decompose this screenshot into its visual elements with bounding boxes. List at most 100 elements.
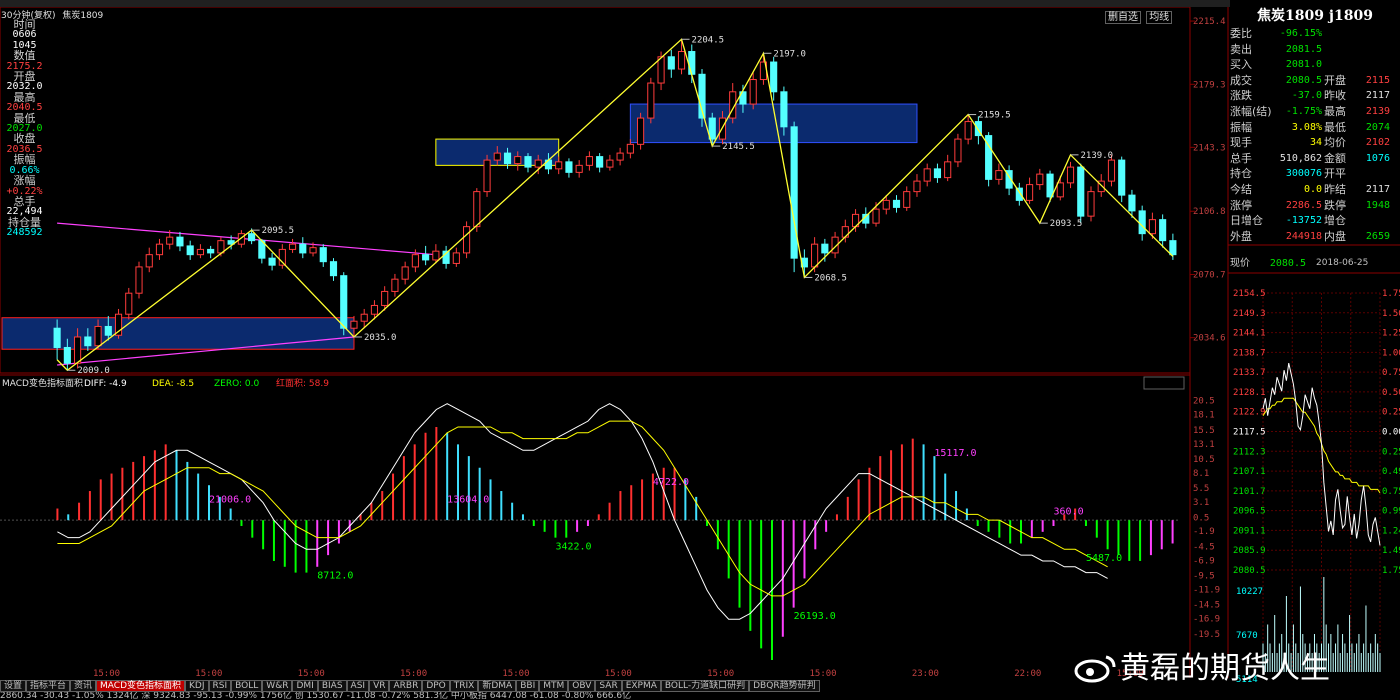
quote-value: 1076 <box>1365 152 1390 164</box>
candle-body <box>125 292 133 315</box>
timesharing-pane: 2154.5 1.75 2149.3 1.50 2144.1 1.25 2138.7 1.00… <box>1228 244 1400 685</box>
macd-y-tick-label: 5.5 <box>1193 484 1209 494</box>
macd-y-tick-label: 3.1 <box>1193 498 1209 508</box>
quote-label: 涨停 <box>1230 198 1252 212</box>
indicator-tab[interactable]: MTM <box>539 680 569 692</box>
quote-row: 振幅 3.08% 最低 2074 <box>1230 120 1400 136</box>
indicator-tab[interactable]: DPO <box>422 680 450 692</box>
indicator-tab[interactable]: VR <box>369 680 390 692</box>
quote-label: 现手 <box>1230 136 1252 150</box>
ts-y-tick-label: 2117.5 <box>1233 428 1266 438</box>
candle-body <box>903 191 911 208</box>
indicator-tab[interactable]: DMI <box>292 680 318 692</box>
main-chart-canvas[interactable]: 2215.42179.32143.32106.82070.72034.62009… <box>0 0 1400 700</box>
ts-pct-tick-label: 0.25 <box>1382 408 1400 418</box>
indicator-tab[interactable]: MACD变色指标面积 <box>96 680 186 692</box>
indicator-tab[interactable]: 新DMA <box>478 680 517 692</box>
ts-pct-tick-label: 0.00 <box>1382 428 1400 438</box>
indicator-tab[interactable]: OBV <box>568 680 596 692</box>
quote-value: 0.0 <box>1303 183 1322 195</box>
quote-value: -37.0 <box>1291 90 1322 102</box>
quote-label: 跌停 <box>1324 198 1346 212</box>
candle-body <box>964 121 972 140</box>
candle-body <box>299 243 307 254</box>
macd-area-label: 21006.0 <box>209 495 251 506</box>
candle-body <box>370 304 379 315</box>
candle-body <box>677 51 686 70</box>
x-tick-label: 15:00 <box>605 669 632 679</box>
indicator-tab[interactable]: ASI <box>346 680 370 692</box>
indicator-tab[interactable]: 指标平台 <box>26 680 71 692</box>
indicator-tab[interactable]: 资讯 <box>70 680 97 692</box>
watermark: 黄磊的期货人生 <box>1072 643 1330 687</box>
ts-pct-tick-label: 0.49 <box>1382 467 1400 477</box>
candle-body <box>166 236 174 245</box>
indicator-tab[interactable]: BIAS <box>317 680 347 692</box>
delete-favorite-button[interactable]: 删自选 <box>1105 11 1141 24</box>
indicator-tab[interactable]: BOLL <box>231 680 263 692</box>
ts-pct-tick-label: 1.50 <box>1382 309 1400 319</box>
ma-button[interactable]: 均线 <box>1146 11 1173 24</box>
candle-body <box>954 138 962 163</box>
candle-body <box>524 156 532 168</box>
quote-panel: 焦炭1809 j1809 委比 -96.15% 卖出 2081.5 买入 2081.0 成交… <box>1230 6 1400 272</box>
macd-area-label: 3422.0 <box>555 541 591 552</box>
quote-row: 委比 -96.15% <box>1230 26 1400 42</box>
quote-row: 今结 0.0 昨结 2117 <box>1230 182 1400 198</box>
indicator-tab[interactable]: RSI <box>208 680 232 692</box>
macd-area-label: 26193.0 <box>794 611 836 622</box>
indicator-tab[interactable]: EXPMA <box>621 680 661 692</box>
candle-body <box>1066 166 1075 184</box>
indicator-tab[interactable]: ARBR <box>389 680 423 692</box>
quote-row: 成交 2080.5 开盘 2115 <box>1230 73 1400 89</box>
candle-body <box>1046 173 1054 198</box>
indicator-tab[interactable]: 设置 <box>0 680 27 692</box>
indicator-tab[interactable]: W&R <box>262 680 293 692</box>
ts-pct-tick-label: 1.75 <box>1382 289 1400 299</box>
macd-y-tick-label: 10.5 <box>1193 455 1215 465</box>
candle-body <box>1169 240 1177 256</box>
macd-area-label: 13604.0 <box>447 495 489 506</box>
candle-body <box>145 254 153 268</box>
candle-body <box>350 320 358 329</box>
candle-body <box>473 191 481 228</box>
candle-body <box>944 161 952 179</box>
candle-body <box>340 275 348 329</box>
quote-value: 2081.0 <box>1285 59 1322 71</box>
candle-body <box>63 346 71 364</box>
ts-y-tick-label: 2138.7 <box>1233 348 1266 358</box>
quote-value: 2286.5 <box>1285 199 1322 211</box>
pivot-label: 2035.0 <box>364 333 397 343</box>
candle-body <box>995 170 1003 180</box>
diff-line <box>57 403 1108 620</box>
quote-row: 日增仓 -13752 增仓 <box>1230 213 1400 229</box>
indicator-tab[interactable]: TRIX <box>449 680 479 692</box>
indicator-tab[interactable]: KDJ <box>185 680 209 692</box>
indicator-tab[interactable]: SAR <box>595 680 622 692</box>
quote-value: 510,862 <box>1279 152 1322 164</box>
ts-pct-tick-label: 1.00 <box>1382 348 1400 358</box>
ts-y-tick-label: 2149.3 <box>1233 309 1266 319</box>
index-ticker-bar: 2860.34 -30.43 -1.05% 1324亿 深 9324.83 -9… <box>0 692 632 700</box>
candle-body <box>585 156 593 166</box>
ts-pct-tick-label: 0.25 <box>1382 447 1400 457</box>
candle-body <box>626 143 634 154</box>
macd-area-label: 5487.0 <box>1086 553 1122 564</box>
quote-label: 日增仓 <box>1230 214 1263 228</box>
macd-area-label: 360.0 <box>1053 506 1083 517</box>
indicator-tab[interactable]: BBI <box>516 680 540 692</box>
candle-body <box>135 266 143 294</box>
indicator-tab[interactable]: DBQR趋势研判 <box>749 680 820 692</box>
pivot-label: 2204.5 <box>692 35 725 45</box>
ts-y-tick-label: 2133.7 <box>1233 368 1266 378</box>
candle-body <box>452 252 460 264</box>
quote-value: 2115 <box>1365 74 1390 86</box>
y-tick-label: 2179.3 <box>1193 80 1226 90</box>
info-value: 248592 <box>6 227 43 239</box>
ts-y-tick-label: 2154.5 <box>1233 289 1266 299</box>
ts-pct-tick-label: 1.75 <box>1382 566 1400 576</box>
ts-y-tick-label: 2112.3 <box>1233 447 1266 457</box>
indicator-tab[interactable]: BOLL-力道缺口研判 <box>660 680 750 692</box>
candle-body <box>176 236 184 247</box>
quote-row: 涨停 2286.5 跌停 1948 <box>1230 198 1400 214</box>
